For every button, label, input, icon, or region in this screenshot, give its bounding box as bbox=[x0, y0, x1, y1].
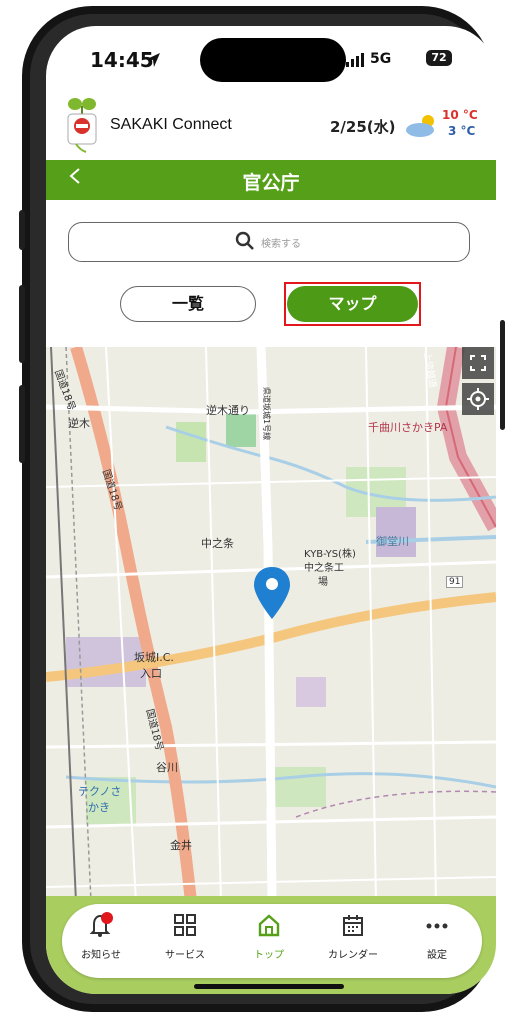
crosshair-icon bbox=[467, 388, 489, 410]
map-label: 逆木 bbox=[68, 417, 90, 430]
power-button bbox=[500, 320, 505, 430]
tab-top[interactable]: トップ bbox=[234, 912, 304, 961]
more-icon bbox=[426, 923, 448, 929]
grid-icon bbox=[174, 914, 196, 936]
map-label: 金井 bbox=[170, 839, 192, 852]
sakaki-logo bbox=[67, 98, 97, 153]
home-indicator[interactable] bbox=[194, 984, 344, 989]
tab-calendar[interactable]: カレンダー bbox=[318, 912, 388, 961]
map-label: 逆木通り bbox=[206, 404, 250, 417]
map-label: 千曲川さかきPA bbox=[368, 421, 448, 434]
network-label: 5G bbox=[370, 51, 392, 67]
map-label: 入口 bbox=[140, 667, 162, 680]
tab-label: お知らせ bbox=[81, 950, 121, 961]
search-icon bbox=[235, 231, 254, 250]
location-pin-icon[interactable] bbox=[252, 565, 292, 621]
map-view[interactable]: 逆木通り 逆木 千曲川さかきPA 中之条 KYB-YS(株) 中之条工 場 御堂… bbox=[46, 347, 496, 902]
search-input[interactable]: 検索する bbox=[68, 222, 470, 262]
tab-label: サービス bbox=[165, 950, 205, 961]
app-header: SAKAKI Connect 2/25(水) 10 °C 3 °C bbox=[46, 98, 496, 158]
bell-icon bbox=[89, 912, 113, 937]
fullscreen-icon bbox=[470, 355, 486, 371]
tab-notifications[interactable]: お知らせ bbox=[66, 912, 136, 961]
map-label: 県道坂城1号線 bbox=[262, 387, 271, 441]
battery-icon: 72 bbox=[426, 50, 452, 66]
map-label: 御堂川 bbox=[376, 535, 409, 548]
cloud-sun-icon bbox=[406, 115, 434, 137]
date-label: 2/25(水) bbox=[330, 118, 396, 136]
map-label: かき bbox=[88, 801, 110, 814]
location-arrow-icon bbox=[147, 53, 160, 67]
dynamic-island bbox=[200, 38, 346, 82]
bottom-tab-bar: お知らせ サービス トップ カレンダー 設定 bbox=[46, 896, 496, 994]
map-label: 坂城I.C. bbox=[134, 651, 174, 664]
status-bar: 14:45 5G 72 bbox=[46, 26, 496, 96]
clock: 14:45 bbox=[90, 48, 154, 72]
app-name: SAKAKI Connect bbox=[110, 116, 232, 133]
map-button-highlight bbox=[284, 282, 421, 326]
map-label: 谷川 bbox=[156, 761, 178, 774]
temp-low: 3 °C bbox=[448, 124, 476, 138]
tab-container: お知らせ サービス トップ カレンダー 設定 bbox=[62, 904, 482, 978]
temp-high: 10 °C bbox=[442, 108, 478, 122]
mute-switch bbox=[19, 210, 25, 250]
map-label: 中之条工 bbox=[304, 563, 344, 574]
map-label: 中之条 bbox=[201, 537, 234, 550]
map-label: 場 bbox=[318, 577, 328, 588]
signal-icon bbox=[346, 53, 364, 67]
fullscreen-button[interactable] bbox=[462, 347, 494, 379]
volume-down-button bbox=[19, 385, 25, 463]
list-view-button[interactable]: 一覧 bbox=[120, 286, 256, 322]
tab-settings[interactable]: 設定 bbox=[402, 912, 472, 961]
search-placeholder: 検索する bbox=[261, 239, 301, 250]
title-bar: 官公庁 bbox=[46, 160, 496, 200]
locate-me-button[interactable] bbox=[462, 383, 494, 415]
page-title: 官公庁 bbox=[242, 172, 300, 194]
tab-label: 設定 bbox=[427, 950, 447, 961]
map-label: KYB-YS(株) bbox=[304, 549, 356, 560]
calendar-icon bbox=[343, 915, 363, 936]
volume-up-button bbox=[19, 285, 25, 363]
screen: 14:45 5G 72 SAKAKI Connect 2/25(水) 10 °C bbox=[46, 26, 496, 994]
route-shield: 91 bbox=[446, 576, 464, 588]
home-icon bbox=[258, 914, 280, 937]
tab-services[interactable]: サービス bbox=[150, 912, 220, 961]
tab-label: カレンダー bbox=[328, 950, 378, 961]
tab-label: トップ bbox=[254, 950, 284, 961]
map-label: テクノさ bbox=[78, 785, 122, 798]
